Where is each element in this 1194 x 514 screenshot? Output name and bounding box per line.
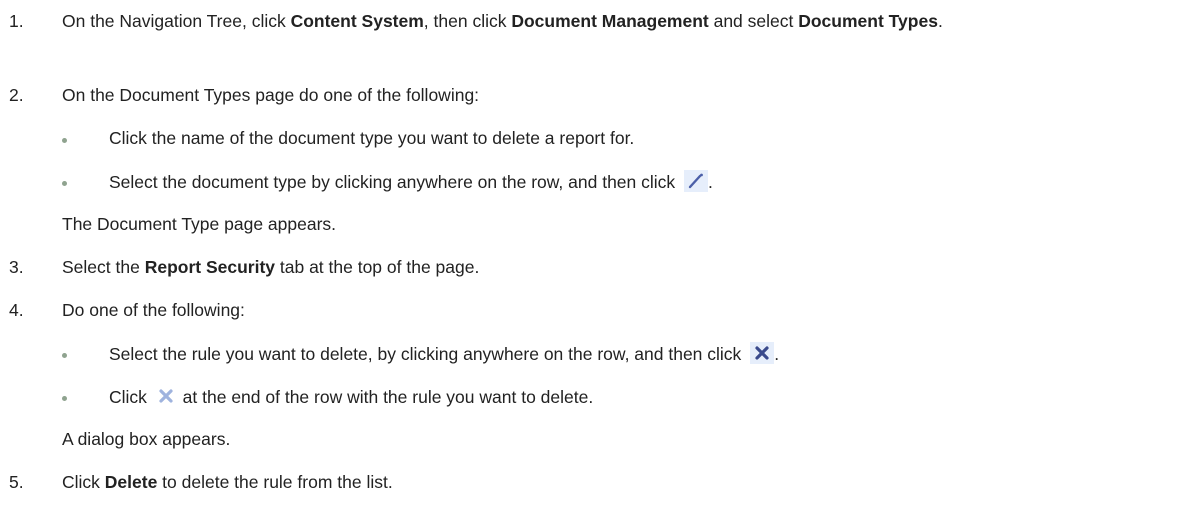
step-text: Select the Report Security tab at the to… bbox=[62, 257, 480, 277]
bullet-dot bbox=[62, 396, 67, 401]
bullet-dot bbox=[62, 138, 67, 143]
step-text: Do one of the following: bbox=[62, 300, 245, 320]
list-item: Click the name of the document type you … bbox=[109, 128, 635, 148]
step-number: 5. bbox=[9, 472, 24, 492]
x-delete-icon bbox=[154, 385, 178, 407]
step-number: 4. bbox=[9, 300, 24, 320]
step-number: 1. bbox=[9, 11, 24, 31]
list-item: Select the rule you want to delete, by c… bbox=[109, 342, 780, 364]
result-note: A dialog box appears. bbox=[62, 429, 231, 449]
step-text: On the Navigation Tree, click Content Sy… bbox=[62, 11, 943, 31]
step-text: On the Document Types page do one of the… bbox=[62, 85, 480, 105]
pencil-edit-icon bbox=[684, 170, 709, 192]
step-number: 3. bbox=[9, 257, 24, 277]
bullet-dot bbox=[62, 353, 67, 358]
step-text: Click Delete to delete the rule from the… bbox=[62, 472, 393, 492]
ui-term: Report Security bbox=[144, 257, 276, 277]
x-delete-icon bbox=[750, 342, 775, 364]
list-item: Click at the end of the row with the rul… bbox=[109, 385, 594, 407]
ui-term: Document Types bbox=[798, 11, 938, 31]
step-number: 2. bbox=[9, 85, 24, 105]
ui-term: Document Management bbox=[511, 11, 709, 31]
procedure-document: 1. On the Navigation Tree, click Content… bbox=[0, 0, 1194, 514]
list-item: Select the document type by clicking any… bbox=[109, 170, 713, 192]
ui-term: Content System bbox=[290, 11, 424, 31]
ui-term: Delete bbox=[104, 472, 158, 492]
result-note: The Document Type page appears. bbox=[62, 214, 337, 234]
bullet-dot bbox=[62, 181, 67, 186]
